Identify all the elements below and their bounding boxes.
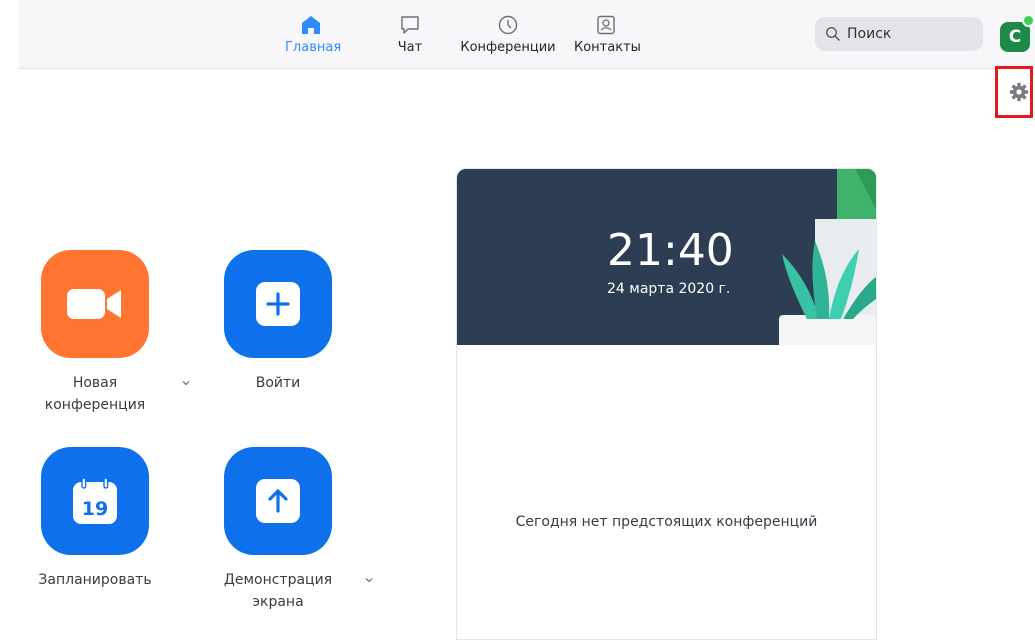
upcoming-meetings-card: 21:40 24 марта 2020 г. Сегодня нет предс… [456, 168, 877, 640]
chat-icon [401, 16, 419, 34]
share-screen-tile[interactable] [224, 447, 332, 555]
new-meeting-label-line1: Новая [72, 375, 118, 391]
current-time: 21:40 [607, 225, 734, 276]
online-status-dot [1022, 14, 1035, 27]
tab-home-label: Главная [285, 40, 342, 55]
video-camera-icon [67, 289, 121, 319]
search-icon [826, 27, 840, 41]
share-screen-label: Демонстрация экрана [212, 569, 344, 613]
schedule-tile[interactable]: 19 [41, 447, 149, 555]
search-placeholder: Поиск [847, 26, 892, 42]
tab-chat-label: Чат [397, 40, 423, 55]
schedule-label: Запланировать [38, 572, 152, 588]
join-label: Войти [255, 375, 301, 391]
join-button[interactable] [224, 250, 332, 358]
tab-meetings-label: Конференции [460, 40, 556, 55]
chevron-down-icon[interactable] [364, 575, 374, 585]
clock-icon [498, 15, 518, 35]
new-meeting-tile[interactable] [41, 250, 149, 358]
tab-meetings[interactable]: Конференции [460, 14, 556, 60]
contacts-icon [597, 15, 615, 35]
no-meetings-message: Сегодня нет предстоящих конференций [515, 514, 818, 530]
new-meeting-label: Новая конференция [40, 372, 150, 416]
tab-contacts[interactable]: Контакты [574, 14, 641, 60]
share-screen-label-line1: Демонстрация [223, 572, 333, 588]
calendar-day-number: 19 [82, 498, 108, 520]
tab-home[interactable]: Главная [285, 14, 342, 60]
share-screen-label-line2: экрана [252, 594, 304, 610]
plus-icon [256, 282, 300, 326]
calendar-icon: 19 [73, 478, 117, 524]
tab-chat[interactable]: Чат [392, 14, 428, 60]
search-input[interactable]: Поиск [815, 17, 983, 51]
card-header: 21:40 24 марта 2020 г. [457, 169, 876, 345]
gear-icon[interactable] [1008, 81, 1030, 103]
home-icon [302, 16, 320, 34]
new-meeting-button[interactable] [41, 250, 149, 358]
current-date: 24 марта 2020 г. [607, 281, 731, 297]
avatar-initial: С [1008, 27, 1022, 47]
join-tile[interactable] [224, 250, 332, 358]
new-meeting-label-line2: конференция [44, 397, 146, 413]
schedule-button[interactable]: 19 [41, 447, 149, 555]
tab-contacts-label: Контакты [574, 40, 641, 55]
share-screen-button[interactable] [224, 447, 332, 555]
share-arrow-icon [256, 479, 300, 523]
chevron-down-icon[interactable] [181, 378, 191, 388]
